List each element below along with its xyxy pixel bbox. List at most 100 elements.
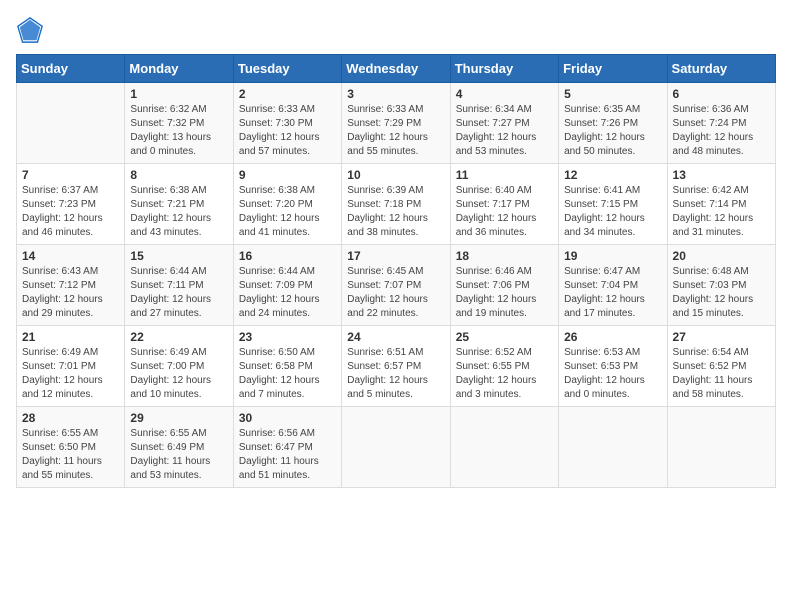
day-number: 6	[673, 87, 770, 101]
day-content: Sunrise: 6:56 AM Sunset: 6:47 PM Dayligh…	[239, 427, 336, 483]
day-number: 14	[22, 249, 119, 263]
day-number: 22	[130, 330, 227, 344]
day-number: 28	[22, 411, 119, 425]
calendar-cell: 3 Sunrise: 6:33 AM Sunset: 7:29 PM Daylig…	[342, 83, 450, 164]
day-content: Sunrise: 6:42 AM Sunset: 7:14 PM Dayligh…	[673, 184, 770, 240]
calendar-cell: 10Sunrise: 6:39 AM Sunset: 7:18 PM Dayli…	[342, 164, 450, 245]
day-content: Sunrise: 6:50 AM Sunset: 6:58 PM Dayligh…	[239, 346, 336, 402]
calendar-cell: 5Sunrise: 6:35 AM Sunset: 7:26 PM Daylig…	[559, 83, 667, 164]
day-content: Sunrise: 6:46 AM Sunset: 7:06 PM Dayligh…	[456, 265, 553, 321]
calendar-cell: 24 Sunrise: 6:51 AM Sunset: 6:57 PM Dayli…	[342, 326, 450, 407]
calendar-cell: 20Sunrise: 6:48 AM Sunset: 7:03 PM Dayli…	[667, 245, 775, 326]
calendar-cell: 8Sunrise: 6:38 AM Sunset: 7:21 PM Daylig…	[125, 164, 233, 245]
weekday-header-tuesday: Tuesday	[233, 55, 341, 83]
day-content: Sunrise: 6:36 AM Sunset: 7:24 PM Dayligh…	[673, 103, 770, 159]
day-number: 9	[239, 168, 336, 182]
calendar-cell: 29 Sunrise: 6:55 AM Sunset: 6:49 PM Dayli…	[125, 407, 233, 488]
day-content: Sunrise: 6:54 AM Sunset: 6:52 PM Dayligh…	[673, 346, 770, 402]
day-content: Sunrise: 6:34 AM Sunset: 7:27 PM Dayligh…	[456, 103, 553, 159]
day-number: 26	[564, 330, 661, 344]
logo-icon	[16, 16, 44, 44]
day-number: 10	[347, 168, 444, 182]
calendar-cell: 14 Sunrise: 6:43 AM Sunset: 7:12 PM Dayli…	[17, 245, 125, 326]
day-content: Sunrise: 6:49 AM Sunset: 7:01 PM Dayligh…	[22, 346, 119, 402]
day-number: 7	[22, 168, 119, 182]
calendar-cell: 23Sunrise: 6:50 AM Sunset: 6:58 PM Dayli…	[233, 326, 341, 407]
calendar-cell: 21 Sunrise: 6:49 AM Sunset: 7:01 PM Dayli…	[17, 326, 125, 407]
day-number: 19	[564, 249, 661, 263]
day-number: 2	[239, 87, 336, 101]
calendar-cell: 22 Sunrise: 6:49 AM Sunset: 7:00 PM Dayli…	[125, 326, 233, 407]
calendar-cell	[667, 407, 775, 488]
calendar-cell: 4 Sunrise: 6:34 AM Sunset: 7:27 PM Daylig…	[450, 83, 558, 164]
day-content: Sunrise: 6:41 AM Sunset: 7:15 PM Dayligh…	[564, 184, 661, 240]
calendar-cell: 2 Sunrise: 6:33 AM Sunset: 7:30 PM Daylig…	[233, 83, 341, 164]
calendar-cell: 9 Sunrise: 6:38 AM Sunset: 7:20 PM Daylig…	[233, 164, 341, 245]
weekday-header-wednesday: Wednesday	[342, 55, 450, 83]
calendar-cell: 27 Sunrise: 6:54 AM Sunset: 6:52 PM Dayli…	[667, 326, 775, 407]
calendar-cell	[450, 407, 558, 488]
day-content: Sunrise: 6:55 AM Sunset: 6:50 PM Dayligh…	[22, 427, 119, 483]
day-content: Sunrise: 6:38 AM Sunset: 7:21 PM Dayligh…	[130, 184, 227, 240]
day-content: Sunrise: 6:49 AM Sunset: 7:00 PM Dayligh…	[130, 346, 227, 402]
calendar-week-3: 14 Sunrise: 6:43 AM Sunset: 7:12 PM Dayli…	[17, 245, 776, 326]
weekday-header-saturday: Saturday	[667, 55, 775, 83]
logo	[16, 16, 48, 44]
day-content: Sunrise: 6:55 AM Sunset: 6:49 PM Dayligh…	[130, 427, 227, 483]
day-content: Sunrise: 6:47 AM Sunset: 7:04 PM Dayligh…	[564, 265, 661, 321]
calendar-cell: 28 Sunrise: 6:55 AM Sunset: 6:50 PM Dayli…	[17, 407, 125, 488]
day-content: Sunrise: 6:33 AM Sunset: 7:30 PM Dayligh…	[239, 103, 336, 159]
calendar-cell	[559, 407, 667, 488]
weekday-header-friday: Friday	[559, 55, 667, 83]
calendar-cell: 1 Sunrise: 6:32 AM Sunset: 7:32 PM Daylig…	[125, 83, 233, 164]
calendar-week-2: 7 Sunrise: 6:37 AM Sunset: 7:23 PM Daylig…	[17, 164, 776, 245]
day-number: 16	[239, 249, 336, 263]
calendar-cell: 7 Sunrise: 6:37 AM Sunset: 7:23 PM Daylig…	[17, 164, 125, 245]
calendar-cell	[17, 83, 125, 164]
calendar-cell: 17Sunrise: 6:45 AM Sunset: 7:07 PM Dayli…	[342, 245, 450, 326]
calendar-cell: 30Sunrise: 6:56 AM Sunset: 6:47 PM Dayli…	[233, 407, 341, 488]
page-header	[16, 16, 776, 44]
day-content: Sunrise: 6:32 AM Sunset: 7:32 PM Dayligh…	[130, 103, 227, 159]
day-content: Sunrise: 6:45 AM Sunset: 7:07 PM Dayligh…	[347, 265, 444, 321]
day-number: 1	[130, 87, 227, 101]
day-content: Sunrise: 6:38 AM Sunset: 7:20 PM Dayligh…	[239, 184, 336, 240]
calendar-cell: 18 Sunrise: 6:46 AM Sunset: 7:06 PM Dayli…	[450, 245, 558, 326]
day-number: 25	[456, 330, 553, 344]
day-number: 29	[130, 411, 227, 425]
day-number: 21	[22, 330, 119, 344]
day-content: Sunrise: 6:40 AM Sunset: 7:17 PM Dayligh…	[456, 184, 553, 240]
day-number: 12	[564, 168, 661, 182]
day-number: 4	[456, 87, 553, 101]
day-number: 15	[130, 249, 227, 263]
day-number: 5	[564, 87, 661, 101]
calendar-cell: 11 Sunrise: 6:40 AM Sunset: 7:17 PM Dayli…	[450, 164, 558, 245]
day-content: Sunrise: 6:52 AM Sunset: 6:55 PM Dayligh…	[456, 346, 553, 402]
calendar-cell: 19 Sunrise: 6:47 AM Sunset: 7:04 PM Dayli…	[559, 245, 667, 326]
calendar-table: SundayMondayTuesdayWednesdayThursdayFrid…	[16, 54, 776, 488]
day-content: Sunrise: 6:44 AM Sunset: 7:11 PM Dayligh…	[130, 265, 227, 321]
weekday-header-sunday: Sunday	[17, 55, 125, 83]
calendar-cell: 16 Sunrise: 6:44 AM Sunset: 7:09 PM Dayli…	[233, 245, 341, 326]
calendar-cell: 26 Sunrise: 6:53 AM Sunset: 6:53 PM Dayli…	[559, 326, 667, 407]
weekday-header-thursday: Thursday	[450, 55, 558, 83]
calendar-cell: 6 Sunrise: 6:36 AM Sunset: 7:24 PM Daylig…	[667, 83, 775, 164]
day-number: 18	[456, 249, 553, 263]
day-number: 27	[673, 330, 770, 344]
day-number: 11	[456, 168, 553, 182]
day-number: 3	[347, 87, 444, 101]
day-content: Sunrise: 6:33 AM Sunset: 7:29 PM Dayligh…	[347, 103, 444, 159]
calendar-week-4: 21 Sunrise: 6:49 AM Sunset: 7:01 PM Dayli…	[17, 326, 776, 407]
day-content: Sunrise: 6:53 AM Sunset: 6:53 PM Dayligh…	[564, 346, 661, 402]
day-number: 13	[673, 168, 770, 182]
calendar-cell: 12 Sunrise: 6:41 AM Sunset: 7:15 PM Dayli…	[559, 164, 667, 245]
day-content: Sunrise: 6:43 AM Sunset: 7:12 PM Dayligh…	[22, 265, 119, 321]
day-content: Sunrise: 6:48 AM Sunset: 7:03 PM Dayligh…	[673, 265, 770, 321]
day-content: Sunrise: 6:37 AM Sunset: 7:23 PM Dayligh…	[22, 184, 119, 240]
calendar-week-1: 1 Sunrise: 6:32 AM Sunset: 7:32 PM Daylig…	[17, 83, 776, 164]
day-content: Sunrise: 6:51 AM Sunset: 6:57 PM Dayligh…	[347, 346, 444, 402]
calendar-cell: 13 Sunrise: 6:42 AM Sunset: 7:14 PM Dayli…	[667, 164, 775, 245]
day-number: 24	[347, 330, 444, 344]
day-content: Sunrise: 6:44 AM Sunset: 7:09 PM Dayligh…	[239, 265, 336, 321]
calendar-cell	[342, 407, 450, 488]
